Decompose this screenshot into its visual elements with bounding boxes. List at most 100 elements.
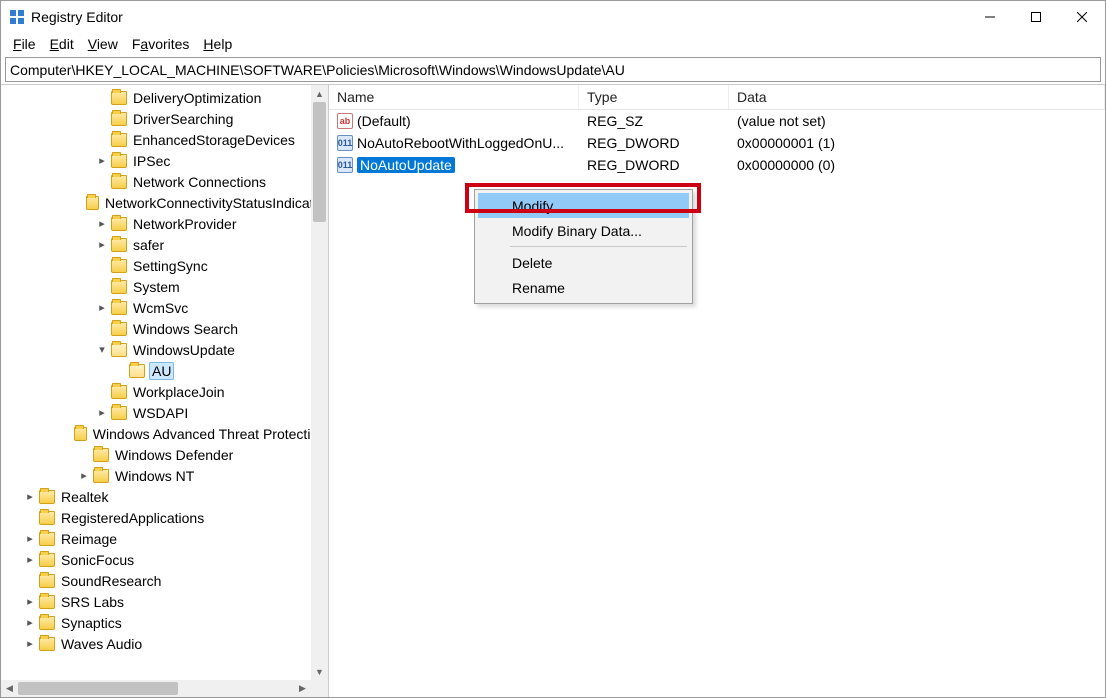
dword-value-icon: 011 bbox=[337, 135, 353, 151]
value-row[interactable]: 011NoAutoRebootWithLoggedOnU...REG_DWORD… bbox=[329, 132, 1105, 154]
tree-item[interactable]: ▸ Realtek bbox=[1, 486, 328, 507]
address-bar[interactable]: Computer\HKEY_LOCAL_MACHINE\SOFTWARE\Pol… bbox=[5, 57, 1101, 82]
folder-icon bbox=[111, 322, 127, 336]
menu-bar: File Edit View Favorites Help bbox=[1, 32, 1105, 55]
folder-icon bbox=[93, 469, 109, 483]
tree-item[interactable]: ▸safer bbox=[1, 234, 328, 255]
tree-item-label: System bbox=[131, 279, 182, 295]
tree-item-label: WcmSvc bbox=[131, 300, 190, 316]
scroll-corner bbox=[311, 680, 328, 697]
address-text: Computer\HKEY_LOCAL_MACHINE\SOFTWARE\Pol… bbox=[10, 62, 625, 78]
tree-item[interactable]: ▸SRS Labs bbox=[1, 591, 328, 612]
menu-edit[interactable]: Edit bbox=[44, 35, 80, 53]
menu-file[interactable]: File bbox=[7, 35, 42, 53]
folder-icon bbox=[129, 364, 145, 378]
chevron-down-icon[interactable]: ▾ bbox=[95, 343, 109, 357]
tree-item[interactable]: Windows Advanced Threat Protection bbox=[1, 423, 328, 444]
context-menu-modify-binary[interactable]: Modify Binary Data... bbox=[478, 218, 689, 243]
tree-item-label: NetworkProvider bbox=[131, 216, 238, 232]
tree-item[interactable]: NetworkConnectivityStatusIndicator bbox=[1, 192, 328, 213]
chevron-right-icon[interactable]: ▸ bbox=[23, 595, 37, 609]
column-type[interactable]: Type bbox=[579, 85, 729, 109]
menu-help[interactable]: Help bbox=[197, 35, 238, 53]
main-area: DeliveryOptimizationDriverSearchingEnhan… bbox=[1, 84, 1105, 697]
tree-item[interactable]: SoundResearch bbox=[1, 570, 328, 591]
chevron-right-icon[interactable]: ▸ bbox=[77, 469, 91, 483]
chevron-right-icon[interactable]: ▸ bbox=[95, 406, 109, 420]
window-title: Registry Editor bbox=[31, 9, 967, 25]
tree-item-label: Realtek bbox=[59, 489, 110, 505]
tree-item[interactable]: ▸ Synaptics bbox=[1, 612, 328, 633]
scroll-left-icon[interactable]: ◀ bbox=[1, 680, 18, 697]
column-name[interactable]: Name bbox=[329, 85, 579, 109]
tree-item[interactable]: ▸ WcmSvc bbox=[1, 297, 328, 318]
value-row[interactable]: ab(Default)REG_SZ(value not set) bbox=[329, 110, 1105, 132]
column-data[interactable]: Data bbox=[729, 85, 1105, 109]
chevron-right-icon[interactable]: ▸ bbox=[23, 637, 37, 651]
tree-item-label: RegisteredApplications bbox=[59, 510, 206, 526]
folder-icon bbox=[39, 511, 55, 525]
menu-favorites[interactable]: Favorites bbox=[126, 35, 196, 53]
value-data: 0x00000000 (0) bbox=[729, 157, 1105, 173]
tree-item[interactable]: ▸Windows NT bbox=[1, 465, 328, 486]
tree-item[interactable]: DriverSearching bbox=[1, 108, 328, 129]
chevron-right-icon[interactable]: ▸ bbox=[95, 154, 109, 168]
tree-item[interactable]: Windows Defender bbox=[1, 444, 328, 465]
context-menu-delete[interactable]: Delete bbox=[478, 250, 689, 275]
folder-icon bbox=[111, 301, 127, 315]
tree-item-label: IPSec bbox=[131, 153, 172, 169]
folder-icon bbox=[93, 448, 109, 462]
context-menu: Modify... Modify Binary Data... Delete R… bbox=[474, 189, 693, 304]
tree-item[interactable]: Network Connections bbox=[1, 171, 328, 192]
folder-icon bbox=[39, 595, 55, 609]
value-type: REG_DWORD bbox=[579, 157, 729, 173]
tree-item-label: Synaptics bbox=[59, 615, 124, 631]
context-menu-modify[interactable]: Modify... bbox=[478, 193, 689, 218]
tree-item[interactable]: Windows Search bbox=[1, 318, 328, 339]
tree-item[interactable]: DeliveryOptimization bbox=[1, 87, 328, 108]
chevron-right-icon[interactable]: ▸ bbox=[95, 217, 109, 231]
tree-item[interactable]: ▸ IPSec bbox=[1, 150, 328, 171]
scroll-right-icon[interactable]: ▶ bbox=[294, 680, 311, 697]
scroll-up-icon[interactable]: ▲ bbox=[311, 85, 328, 102]
scroll-down-icon[interactable]: ▼ bbox=[311, 663, 328, 680]
tree-item[interactable]: EnhancedStorageDevices bbox=[1, 129, 328, 150]
folder-icon bbox=[39, 532, 55, 546]
tree-item[interactable]: RegisteredApplications bbox=[1, 507, 328, 528]
context-menu-rename[interactable]: Rename bbox=[478, 275, 689, 300]
tree-item[interactable]: ▸ Reimage bbox=[1, 528, 328, 549]
column-headers: Name Type Data bbox=[329, 85, 1105, 110]
tree-item-label: Windows Search bbox=[131, 321, 240, 337]
chevron-right-icon[interactable]: ▸ bbox=[95, 301, 109, 315]
chevron-right-icon[interactable]: ▸ bbox=[95, 238, 109, 252]
tree-item[interactable]: System bbox=[1, 276, 328, 297]
tree-item[interactable]: SettingSync bbox=[1, 255, 328, 276]
close-button[interactable] bbox=[1059, 1, 1105, 32]
chevron-right-icon[interactable]: ▸ bbox=[23, 616, 37, 630]
tree-item-label: Reimage bbox=[59, 531, 119, 547]
scroll-thumb-h[interactable] bbox=[18, 682, 178, 695]
tree-item[interactable]: WorkplaceJoin bbox=[1, 381, 328, 402]
tree-item[interactable]: AU bbox=[1, 360, 328, 381]
tree-horizontal-scrollbar[interactable]: ◀ ▶ bbox=[1, 680, 311, 697]
tree-item[interactable]: ▸Waves Audio bbox=[1, 633, 328, 654]
scroll-thumb[interactable] bbox=[313, 102, 326, 222]
tree-item[interactable]: ▸WSDAPI bbox=[1, 402, 328, 423]
value-name: NoAutoUpdate bbox=[357, 157, 455, 173]
values-list[interactable]: ab(Default)REG_SZ(value not set)011NoAut… bbox=[329, 110, 1105, 176]
chevron-right-icon[interactable]: ▸ bbox=[23, 553, 37, 567]
tree-vertical-scrollbar[interactable]: ▲ ▼ bbox=[311, 85, 328, 680]
folder-icon bbox=[74, 427, 87, 441]
chevron-right-icon[interactable]: ▸ bbox=[23, 532, 37, 546]
value-name: NoAutoRebootWithLoggedOnU... bbox=[357, 135, 564, 151]
tree-item[interactable]: ▸SonicFocus bbox=[1, 549, 328, 570]
registry-tree[interactable]: DeliveryOptimizationDriverSearchingEnhan… bbox=[1, 85, 328, 654]
value-row[interactable]: 011NoAutoUpdateREG_DWORD0x00000000 (0) bbox=[329, 154, 1105, 176]
menu-view[interactable]: View bbox=[82, 35, 124, 53]
minimize-button[interactable] bbox=[967, 1, 1013, 32]
tree-item[interactable]: ▸ NetworkProvider bbox=[1, 213, 328, 234]
tree-item[interactable]: ▾WindowsUpdate bbox=[1, 339, 328, 360]
chevron-right-icon[interactable]: ▸ bbox=[23, 490, 37, 504]
tree-item-label: AU bbox=[149, 362, 174, 380]
maximize-button[interactable] bbox=[1013, 1, 1059, 32]
